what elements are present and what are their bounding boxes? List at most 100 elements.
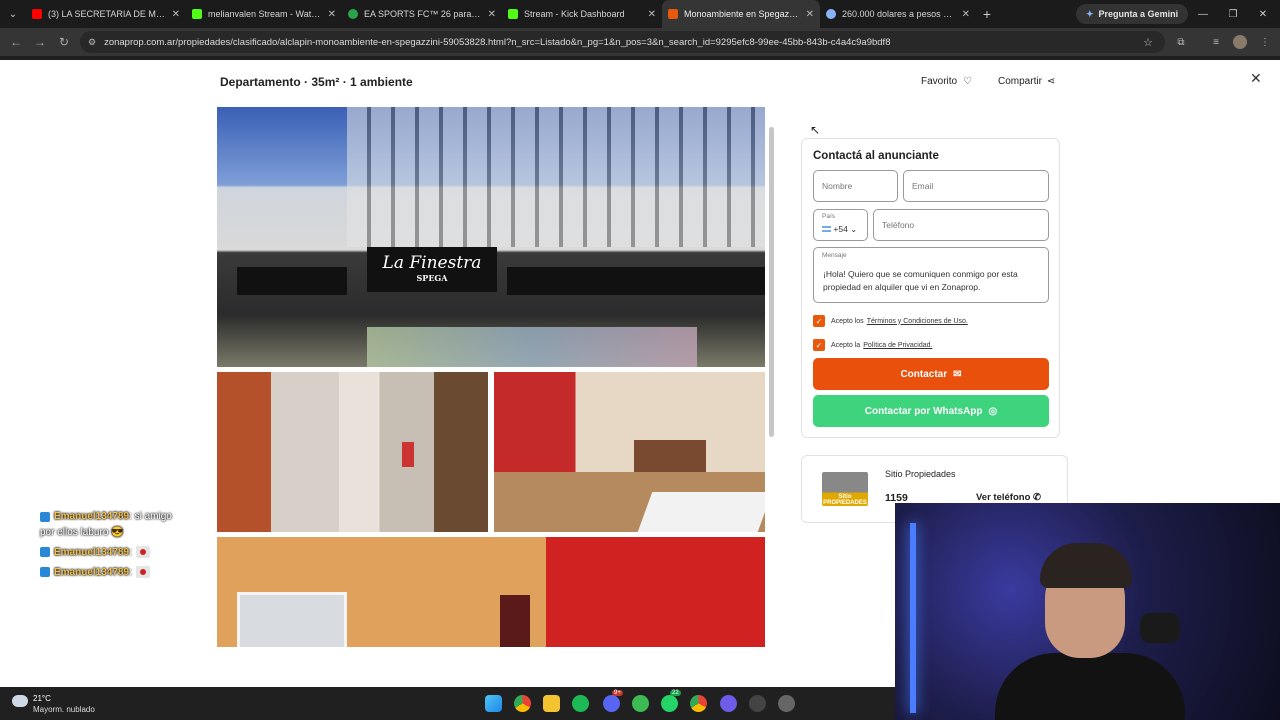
browser-tab[interactable]: (3) LA SECRETARIA DE MIGUE I ✕ xyxy=(26,0,186,28)
window xyxy=(237,592,347,647)
new-tab-icon[interactable]: + xyxy=(976,6,998,22)
file-explorer-icon[interactable] xyxy=(543,695,560,712)
building-photo[interactable]: La Finestra SPEGA xyxy=(217,107,765,367)
xbox-icon xyxy=(348,9,358,19)
chat-text: : xyxy=(129,566,132,578)
interior-photo[interactable] xyxy=(217,537,765,647)
youtube-icon xyxy=(32,9,42,19)
chat-message: Emanuel134789 : si amigo xyxy=(40,511,172,522)
browser-tab[interactable]: 260.000 dolares a pesos argent ✕ xyxy=(820,0,976,28)
terms-checkbox-row[interactable]: ✓ Acepto los Términos y Condiciones de U… xyxy=(813,315,968,327)
back-icon[interactable]: ← xyxy=(4,35,28,49)
close-window-icon[interactable]: ✕ xyxy=(1248,0,1278,28)
close-icon[interactable]: ✕ xyxy=(1250,70,1262,87)
hallway-photo[interactable] xyxy=(217,372,488,532)
whatsapp-icon: ◎ xyxy=(988,405,998,417)
show-phone-button[interactable]: Ver teléfono ✆ xyxy=(976,492,1041,503)
country-select[interactable]: País +54 ⌄ xyxy=(813,209,868,241)
close-tab-icon[interactable]: ✕ xyxy=(962,9,970,20)
privacy-link[interactable]: Política de Privacidad. xyxy=(863,342,932,349)
email-placeholder: Email xyxy=(912,181,934,191)
tab-title: Stream - Kick Dashboard xyxy=(524,9,625,19)
windows-start-icon[interactable] xyxy=(485,695,502,712)
checkbox-checked-icon[interactable]: ✓ xyxy=(813,339,825,351)
url-text[interactable]: zonaprop.com.ar/propiedades/clasificado/… xyxy=(104,37,1124,48)
browser-tab-active[interactable]: Monoambiente en Spegazzini, ✕ xyxy=(662,0,820,28)
media-control-icon[interactable]: ≡ xyxy=(1205,28,1227,56)
address-bar[interactable]: ⚙ zonaprop.com.ar/propiedades/clasificad… xyxy=(80,31,1165,53)
chat-username: Emanuel134789 xyxy=(54,546,130,558)
browser-toolbar: ← → ↻ ⚙ zonaprop.com.ar/propiedades/clas… xyxy=(0,28,1280,56)
whatsapp-taskbar-icon[interactable] xyxy=(661,695,678,712)
share-icon: ⋖ xyxy=(1046,76,1056,87)
kick-badge-icon xyxy=(40,547,50,557)
tab-search-icon[interactable]: ⌄ xyxy=(0,0,26,28)
message-field[interactable]: Mensaje ¡Hola! Quiero que se comuniquen … xyxy=(813,247,1049,303)
close-tab-icon[interactable]: ✕ xyxy=(806,9,814,20)
country-value: +54 ⌄ xyxy=(822,224,857,235)
chat-text: por ellos laburo 😎 xyxy=(40,527,124,538)
reload-icon[interactable]: ↻ xyxy=(52,35,76,49)
chat-text: : si amigo xyxy=(129,511,172,522)
favorite-button[interactable]: Favorito ♡ xyxy=(921,76,972,87)
browser-tab[interactable]: melianvalen Stream - Watch Liv ✕ xyxy=(186,0,342,28)
gemini-label: Pregunta a Gemini xyxy=(1098,9,1179,19)
close-tab-icon[interactable]: ✕ xyxy=(172,9,180,20)
minimize-icon[interactable]: — xyxy=(1188,0,1218,28)
close-tab-icon[interactable]: ✕ xyxy=(648,9,656,20)
terms-link[interactable]: Términos y Condiciones de Uso. xyxy=(867,318,968,325)
chevron-down-icon: ⌄ xyxy=(850,224,858,234)
restore-icon[interactable]: ❐ xyxy=(1218,0,1248,28)
chrome-icon[interactable] xyxy=(514,695,531,712)
shop-front xyxy=(237,267,347,295)
app-icon[interactable] xyxy=(632,695,649,712)
close-tab-icon[interactable]: ✕ xyxy=(488,9,496,20)
spotify-icon[interactable] xyxy=(572,695,589,712)
close-tab-icon[interactable]: ✕ xyxy=(328,9,336,20)
chat-message: Emanuel134789 : xyxy=(40,546,150,558)
streamer-hair xyxy=(1040,543,1132,588)
gallery-scrollbar[interactable] xyxy=(769,127,774,437)
forward-icon[interactable]: → xyxy=(28,35,52,49)
gemini-button[interactable]: ✦ Pregunta a Gemini xyxy=(1076,4,1189,24)
mouse-cursor-icon: ↖ xyxy=(810,123,821,137)
share-button[interactable]: Compartir ⋖ xyxy=(998,76,1055,87)
whatsapp-button[interactable]: Contactar por WhatsApp ◎ xyxy=(813,395,1049,427)
cloud-icon[interactable] xyxy=(12,695,28,707)
kick-icon xyxy=(192,9,202,19)
chrome-profile-icon[interactable] xyxy=(690,695,707,712)
emote-icon xyxy=(135,546,150,558)
contact-button[interactable]: Contactar ✉ xyxy=(813,358,1049,390)
chat-username: Emanuel134789 xyxy=(54,566,130,578)
country-label: País xyxy=(822,213,836,220)
bookmark-star-icon[interactable]: ☆ xyxy=(1143,36,1153,49)
tab-title: (3) LA SECRETARIA DE MIGUE I xyxy=(48,9,166,19)
site-info-icon[interactable]: ⚙ xyxy=(88,37,96,48)
browser-tab[interactable]: EA SPORTS FC™ 26 para Xbox S ✕ xyxy=(342,0,502,28)
obs-icon[interactable] xyxy=(749,695,766,712)
shop-sign-subtext: SPEGA xyxy=(416,273,448,283)
email-field[interactable]: Email xyxy=(903,170,1049,202)
name-placeholder: Nombre xyxy=(822,181,853,191)
name-field[interactable]: Nombre xyxy=(813,170,898,202)
streamer-body xyxy=(995,653,1185,720)
weather-temp[interactable]: 21°C xyxy=(33,694,51,703)
extensions-icon[interactable]: ⧉ xyxy=(1170,28,1192,56)
settings-gear-icon[interactable] xyxy=(778,695,795,712)
menu-dots-icon[interactable]: ⋮ xyxy=(1254,28,1276,56)
discord-icon[interactable] xyxy=(603,695,620,712)
advertiser-logo: Sitio PROPIEDADES xyxy=(822,472,868,506)
room-photo[interactable] xyxy=(494,372,765,532)
kitchen-counter xyxy=(634,440,706,472)
app-icon[interactable] xyxy=(720,695,737,712)
phone-field[interactable]: Teléfono xyxy=(873,209,1049,241)
message-label: Mensaje xyxy=(822,252,847,259)
checkbox-checked-icon[interactable]: ✓ xyxy=(813,315,825,327)
browser-tab[interactable]: Stream - Kick Dashboard ✕ xyxy=(502,0,662,28)
page-title: Departamento · 35m² · 1 ambiente xyxy=(220,75,413,89)
mail-icon: ✉ xyxy=(953,368,962,380)
privacy-checkbox-row[interactable]: ✓ Acepto la Política de Privacidad. xyxy=(813,339,932,351)
profile-avatar[interactable] xyxy=(1229,28,1251,56)
weather-desc[interactable]: Mayorm. nublado xyxy=(33,705,95,714)
building-facade xyxy=(347,107,765,247)
